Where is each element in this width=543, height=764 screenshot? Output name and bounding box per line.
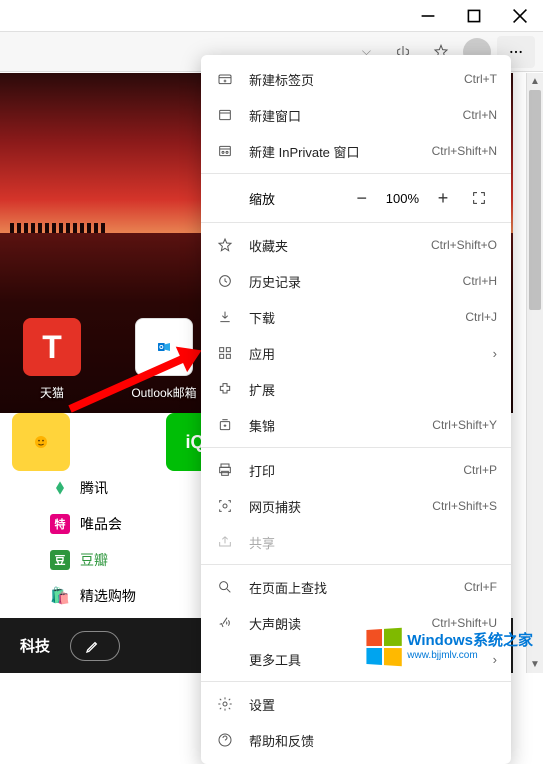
menu-find[interactable]: 在页面上查找 Ctrl+F <box>201 569 511 605</box>
inprivate-icon <box>215 141 235 161</box>
tab-tech[interactable]: 科技 <box>20 635 50 656</box>
scroll-up-arrow[interactable]: ▲ <box>527 73 543 90</box>
menu-separator <box>201 681 511 682</box>
chevron-right-icon: › <box>493 346 497 361</box>
link-label: 精选购物 <box>80 586 136 606</box>
scrollbar-thumb[interactable] <box>529 90 541 310</box>
vip-icon: 特 <box>50 514 70 534</box>
quick-links: 腾讯 特 唯品会 豆 豆瓣 🛍️ 精选购物 <box>50 478 136 606</box>
tile-tmall[interactable]: T 天猫 <box>12 318 92 401</box>
tile-label: 天猫 <box>12 384 92 401</box>
tencent-icon <box>50 478 70 498</box>
menu-new-tab[interactable]: 新建标签页 Ctrl+T <box>201 61 511 97</box>
link-vip[interactable]: 特 唯品会 <box>50 514 136 534</box>
link-douban[interactable]: 豆 豆瓣 <box>50 550 136 570</box>
minimize-button[interactable] <box>405 0 451 32</box>
zoom-out-button[interactable]: − <box>344 180 380 216</box>
link-label: 唯品会 <box>80 514 122 534</box>
vertical-scrollbar[interactable]: ▲ ▼ <box>526 73 543 673</box>
link-label: 豆瓣 <box>80 550 108 570</box>
print-icon <box>215 460 235 480</box>
menu-print[interactable]: 打印 Ctrl+P <box>201 452 511 488</box>
watermark: Windows系统之家 www.bjjmlv.com <box>365 629 533 665</box>
edit-button[interactable] <box>70 631 120 661</box>
help-icon <box>215 730 235 750</box>
link-tencent[interactable]: 腾讯 <box>50 478 136 498</box>
menu-apps[interactable]: 应用 › <box>201 335 511 371</box>
watermark-url: www.bjjmlv.com <box>407 650 533 661</box>
tmall-icon: T <box>23 318 81 376</box>
capture-icon <box>215 496 235 516</box>
menu-new-inprivate[interactable]: 新建 InPrivate 窗口 Ctrl+Shift+N <box>201 133 511 169</box>
menu-downloads[interactable]: 下载 Ctrl+J <box>201 299 511 335</box>
gear-icon <box>215 694 235 714</box>
collections-icon <box>215 415 235 435</box>
menu-zoom: 缩放 − 100% + <box>201 178 511 218</box>
menu-history[interactable]: 历史记录 Ctrl+H <box>201 263 511 299</box>
douban-icon: 豆 <box>50 550 70 570</box>
menu-web-capture[interactable]: 网页捕获 Ctrl+Shift+S <box>201 488 511 524</box>
menu-help[interactable]: 帮助和反馈 <box>201 722 511 758</box>
menu-separator <box>201 173 511 174</box>
find-icon <box>215 577 235 597</box>
tile-label: Outlook邮箱 <box>124 384 204 401</box>
menu-settings[interactable]: 设置 <box>201 686 511 722</box>
watermark-title: Windows系统之家 <box>407 633 533 650</box>
maximize-button[interactable] <box>451 0 497 32</box>
close-button[interactable] <box>497 0 543 32</box>
star-icon <box>215 235 235 255</box>
menu-extensions[interactable]: 扩展 <box>201 371 511 407</box>
menu-separator <box>201 447 511 448</box>
history-icon <box>215 271 235 291</box>
link-shopping[interactable]: 🛍️ 精选购物 <box>50 586 136 606</box>
menu-new-window[interactable]: 新建窗口 Ctrl+N <box>201 97 511 133</box>
zoom-in-button[interactable]: + <box>425 180 461 216</box>
menu-separator <box>201 222 511 223</box>
link-label: 腾讯 <box>80 478 108 498</box>
menu-favorites[interactable]: 收藏夹 Ctrl+Shift+O <box>201 227 511 263</box>
tile-yellow[interactable] <box>12 413 70 471</box>
new-window-icon <box>215 105 235 125</box>
shopping-icon: 🛍️ <box>50 586 70 606</box>
windows-logo-icon <box>367 628 402 666</box>
download-icon <box>215 307 235 327</box>
zoom-value: 100% <box>380 191 425 206</box>
apps-icon <box>215 343 235 363</box>
share-icon <box>215 532 235 552</box>
menu-share: 共享 <box>201 524 511 560</box>
read-aloud-icon <box>215 613 235 633</box>
extensions-icon <box>215 379 235 399</box>
fullscreen-button[interactable] <box>461 180 497 216</box>
menu-separator <box>201 564 511 565</box>
window-titlebar <box>0 0 543 32</box>
new-tab-icon <box>215 69 235 89</box>
menu-collections[interactable]: 集锦 Ctrl+Shift+Y <box>201 407 511 443</box>
